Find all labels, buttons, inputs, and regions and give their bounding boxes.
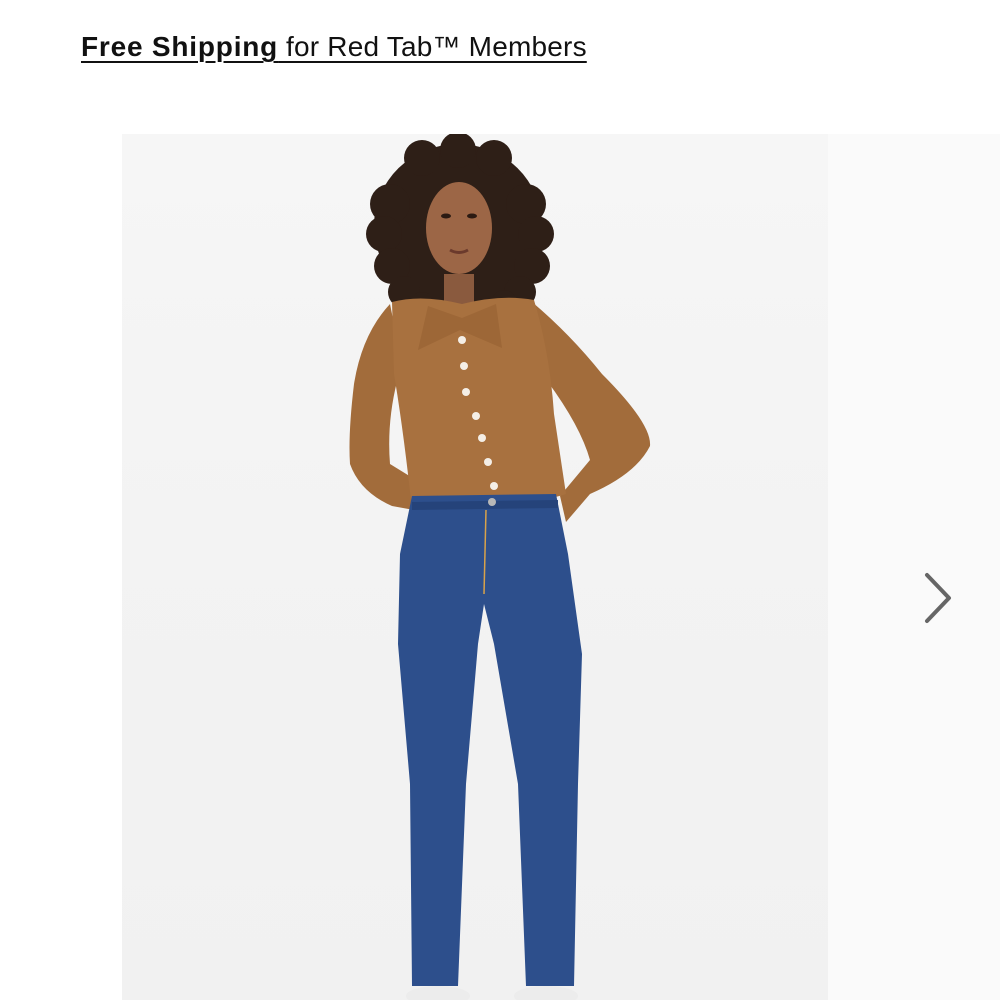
chevron-right-icon	[925, 573, 951, 623]
model-face	[426, 182, 492, 274]
right-shoe	[514, 986, 578, 1000]
left-shoe	[406, 986, 470, 1000]
promo-rest-text: for Red Tab™ Members	[278, 31, 587, 62]
free-shipping-promo-link[interactable]: Free Shipping for Red Tab™ Members	[81, 27, 587, 67]
product-photo	[349, 134, 651, 1000]
product-image-gallery[interactable]	[122, 134, 828, 1000]
next-image-peek	[828, 134, 1000, 1000]
promo-strong-text: Free Shipping	[81, 31, 279, 62]
jeans	[398, 494, 582, 986]
product-page: Free Shipping for Red Tab™ Members	[0, 0, 1000, 1000]
next-image-button[interactable]	[915, 567, 961, 629]
